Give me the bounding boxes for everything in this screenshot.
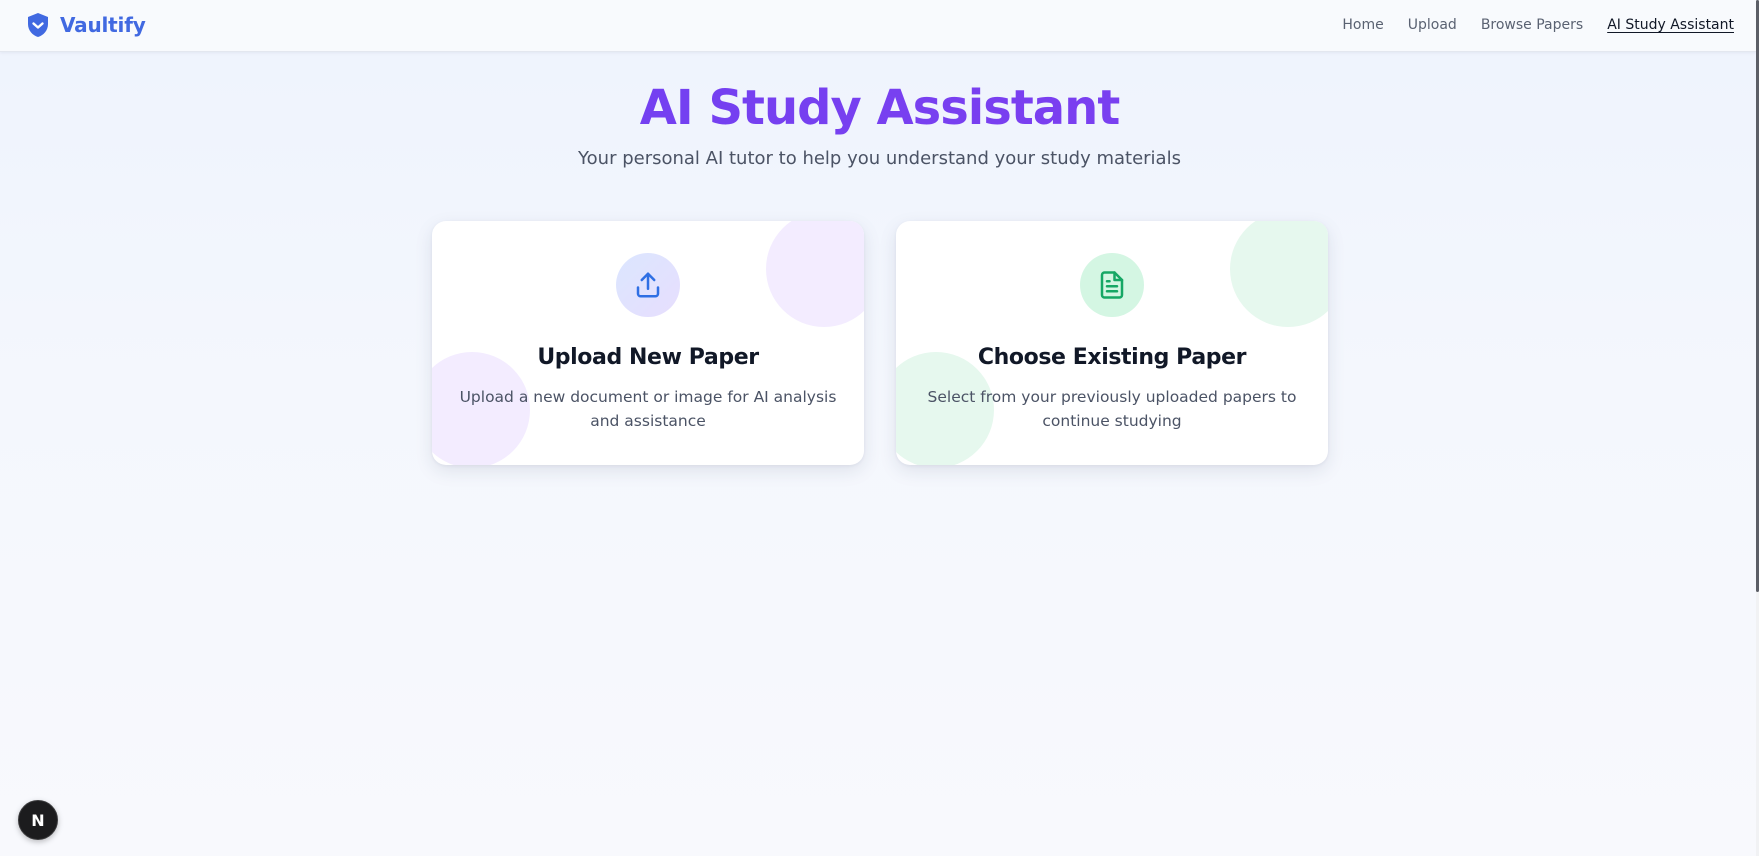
- upload-icon-badge: [616, 253, 680, 317]
- card-description: Select from your previously uploaded pap…: [927, 388, 1297, 430]
- shield-check-icon: [28, 13, 48, 37]
- brand-name: Vaultify: [60, 13, 146, 37]
- decorative-circle: [1230, 221, 1328, 327]
- nav-link-browse-papers[interactable]: Browse Papers: [1481, 17, 1583, 33]
- document-icon: [1100, 271, 1124, 299]
- decorative-circle: [766, 221, 864, 327]
- nav-link-upload[interactable]: Upload: [1408, 17, 1457, 33]
- document-icon-badge: [1080, 253, 1144, 317]
- nav-link-home[interactable]: Home: [1342, 17, 1383, 33]
- upload-new-paper-card[interactable]: Upload New Paper Upload a new document o…: [432, 221, 864, 465]
- card-title: Choose Existing Paper: [977, 345, 1247, 370]
- page-subtitle: Your personal AI tutor to help you under…: [578, 148, 1181, 169]
- choose-existing-paper-card[interactable]: Choose Existing Paper Select from your p…: [896, 221, 1328, 465]
- upload-icon: [636, 272, 660, 298]
- card-title: Upload New Paper: [537, 345, 759, 370]
- main-nav: Home Upload Browse Papers AI Study Assis…: [1342, 17, 1734, 33]
- nextjs-icon: N: [31, 810, 45, 830]
- top-navigation-bar: Vaultify Home Upload Browse Papers AI St…: [0, 0, 1756, 52]
- card-description: Upload a new document or image for AI an…: [459, 388, 837, 430]
- nav-link-ai-study-assistant[interactable]: AI Study Assistant: [1607, 17, 1734, 33]
- brand-logo-link[interactable]: Vaultify: [26, 12, 146, 38]
- nextjs-dev-badge[interactable]: N: [18, 800, 58, 840]
- page-title: AI Study Assistant: [0, 78, 1759, 138]
